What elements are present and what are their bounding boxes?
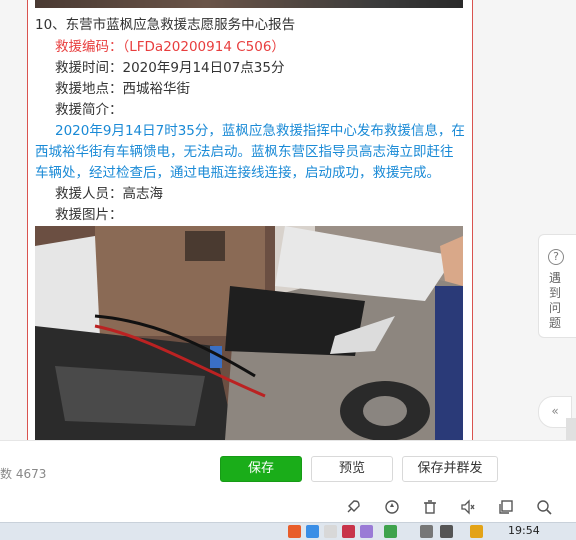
taskbar: 19:54 — [0, 522, 576, 540]
search-icon[interactable] — [535, 498, 553, 516]
rescue-summary-label: 救援简介： — [55, 102, 123, 118]
app-icon[interactable] — [306, 525, 319, 538]
preview-button[interactable]: 预览 — [311, 456, 393, 482]
word-count: 数 4673 — [0, 467, 47, 481]
copy-icon[interactable] — [497, 498, 515, 516]
top-image-strip — [35, 0, 463, 8]
help-widget[interactable]: ? 遇到问题 — [538, 234, 576, 338]
rescue-time: 救援时间：2020年9月14日07点35分 — [55, 60, 285, 76]
rescue-location: 救援地点：西城裕华街 — [55, 81, 190, 97]
summary-line: 2020年9月14日7时35分，蓝枫应急救援指挥中心发布救援信息，在 — [55, 123, 465, 139]
rescue-photo-illustration — [35, 226, 463, 440]
app-icon[interactable] — [288, 525, 301, 538]
summary-line: 车辆处，经过检查后，通过电瓶连接线连接，启动成功，救援完成。 — [35, 165, 440, 181]
pictures-label: 救援图片： — [55, 207, 123, 223]
summary-line: 西城裕华街有车辆馈电，无法启动。蓝枫东营区指导员高志海立即赶往 — [35, 144, 454, 160]
app-icon[interactable] — [342, 525, 355, 538]
help-icon: ? — [548, 249, 564, 265]
app-icon[interactable] — [324, 525, 337, 538]
volume-icon[interactable] — [440, 525, 453, 538]
action-bar: 数 4673 保存 预览 保存并群发 — [0, 440, 576, 493]
clock[interactable]: 19:54 — [508, 524, 540, 537]
rescue-code: 救援编码：（LFDa20200914 C506） — [55, 39, 285, 55]
save-and-publish-button[interactable]: 保存并群发 — [402, 456, 498, 482]
article-card[interactable]: 10、东营市蓝枫应急救援志愿服务中心报告 救援编码：（LFDa20200914 … — [27, 0, 473, 440]
tray-app-icon[interactable] — [470, 525, 483, 538]
editor-canvas: 10、东营市蓝枫应急救援志愿服务中心报告 救援编码：（LFDa20200914 … — [0, 0, 576, 440]
trash-icon[interactable] — [421, 498, 439, 516]
speaker-icon[interactable] — [459, 498, 477, 516]
app-icon[interactable] — [360, 525, 373, 538]
rescue-photo[interactable] — [35, 226, 463, 440]
save-button[interactable]: 保存 — [220, 456, 302, 482]
icon-toolbar — [0, 492, 576, 522]
rescuers: 救援人员：高志海 — [55, 186, 163, 202]
help-text: 遇到问题 — [549, 271, 562, 330]
network-icon[interactable] — [420, 525, 433, 538]
rocket-icon[interactable] — [344, 498, 362, 516]
article-title: 10、东营市蓝枫应急救援志愿服务中心报告 — [35, 17, 296, 33]
refresh-icon[interactable] — [383, 498, 401, 516]
app-icon[interactable] — [384, 525, 397, 538]
